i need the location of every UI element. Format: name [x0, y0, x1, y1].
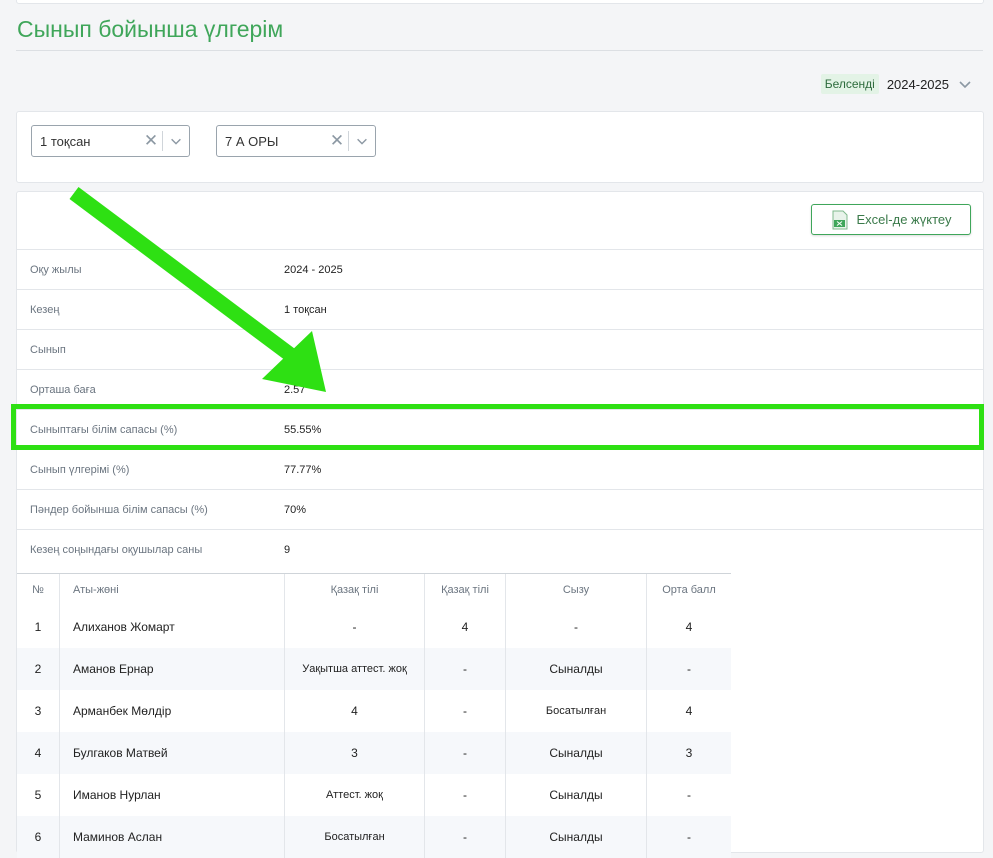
student-name: Алиханов Жомарт: [59, 606, 285, 648]
table-row: 4 Булгаков Матвей 3 - Сыналды 3: [17, 732, 731, 774]
info-label: Кезең: [30, 303, 60, 316]
info-row: Сынып үлгерімі (%) 77.77%: [17, 449, 983, 489]
excel-download-button[interactable]: Excel-де жүктеу: [811, 204, 971, 235]
info-row: Оқу жылы 2024 - 2025: [17, 249, 983, 289]
active-badge: Белсенді: [820, 74, 879, 94]
student-name: Арманбек Мөлдір: [59, 690, 285, 732]
table-cell: -: [424, 774, 506, 816]
table-header-row: № Аты-жөні Қазақ тілі Қазақ тілі Сызу Ор…: [17, 574, 731, 606]
table-cell: 4: [284, 690, 425, 732]
table-cell: 3: [17, 690, 60, 732]
close-icon[interactable]: ✕: [140, 131, 162, 151]
table-cell: -: [424, 732, 506, 774]
info-label: Пәндер бойынша білім сапасы (%): [30, 503, 208, 516]
column-header: Қазақ тілі: [424, 574, 506, 606]
period-select-value: 1 тоқсан: [40, 133, 91, 149]
table-cell: 5: [17, 774, 60, 816]
close-icon[interactable]: ✕: [326, 131, 348, 151]
info-row: Сынып: [17, 329, 983, 369]
table-row: 3 Арманбек Мөлдір 4 - Босатылған 4: [17, 690, 731, 732]
info-row: Пәндер бойынша білім сапасы (%) 70%: [17, 489, 983, 529]
column-header: Аты-жөні: [59, 574, 285, 606]
table-cell: Сыналды: [505, 648, 647, 690]
table-cell: -: [687, 788, 691, 802]
info-row: Кезең соңындағы оқушылар саны 9: [17, 529, 983, 569]
info-label: Орташа баға: [30, 383, 96, 396]
info-label: Кезең соңындағы оқушылар саны: [30, 543, 203, 556]
table-cell: 2: [17, 648, 60, 690]
table-cell: -: [424, 648, 506, 690]
table-cell: 4: [685, 620, 693, 634]
info-label: Сынып: [30, 343, 66, 356]
table-cell: 4: [685, 704, 693, 718]
chevron-down-icon[interactable]: [163, 134, 189, 148]
info-value: 2.57: [284, 383, 306, 396]
student-name: Иманов Нурлан: [59, 774, 285, 816]
excel-download-label: Excel-де жүктеу: [856, 212, 952, 227]
table-cell: -: [505, 606, 647, 648]
table-cell: 4: [17, 732, 60, 774]
column-header: Қазақ тілі: [284, 574, 425, 606]
info-value: 1 тоқсан: [284, 303, 327, 316]
table-row: 2 Аманов Ернар Уақытша аттест. жоқ - Сын…: [17, 648, 731, 690]
info-row: Орташа баға 2.57: [17, 369, 983, 409]
table-cell: Уақытша аттест. жоқ: [284, 648, 425, 690]
column-header: №: [17, 574, 60, 606]
class-select-value: 7 А ОРЫ: [225, 133, 279, 149]
chevron-down-icon[interactable]: [957, 76, 973, 92]
table-cell: Сыналды: [505, 774, 647, 816]
info-value: 2024 - 2025: [284, 263, 343, 276]
table-cell: Босатылған: [284, 816, 425, 858]
top-toolbar-edge: [16, 0, 984, 4]
table-cell: Аттест. жоқ: [284, 774, 425, 816]
info-value: 9: [284, 543, 291, 556]
table-cell: 3: [284, 732, 425, 774]
table-row: 6 Маминов Аслан Босатылған - Сыналды -: [17, 816, 731, 858]
table-cell: -: [646, 816, 731, 858]
chevron-down-icon[interactable]: [349, 134, 375, 148]
table-cell: 6: [17, 816, 60, 858]
year-selector[interactable]: Белсенді 2024-2025: [820, 73, 973, 95]
table-cell: -: [284, 606, 425, 648]
table-row: 1 Алиханов Жомарт - 4 - 4: [17, 606, 731, 648]
report-panel: Excel-де жүктеу Оқу жылы 2024 - 2025 Кез…: [16, 191, 984, 858]
class-select[interactable]: 7 А ОРЫ ✕: [216, 125, 376, 157]
info-row: Кезең 1 тоқсан: [17, 289, 983, 329]
table-cell: Сыналды: [505, 732, 647, 774]
student-name: Маминов Аслан: [59, 816, 285, 858]
year-value: 2024-2025: [886, 76, 949, 92]
column-header: Сызу: [505, 574, 647, 606]
info-value: 70%: [284, 503, 307, 516]
table-cell: 1: [17, 606, 60, 648]
table-cell: Сыналды: [505, 816, 647, 858]
student-name: Аманов Ернар: [59, 648, 285, 690]
info-label: Оқу жылы: [30, 263, 82, 276]
info-label: Сынып үлгерімі (%): [30, 463, 130, 476]
highlight-box: [11, 404, 984, 450]
table-cell: 4: [424, 606, 506, 648]
filters-panel: 1 тоқсан ✕ 7 А ОРЫ ✕: [16, 111, 984, 183]
table-cell: -: [424, 690, 506, 732]
excel-file-icon: [832, 210, 848, 229]
table-row: 5 Иманов Нурлан Аттест. жоқ - Сыналды -: [17, 774, 731, 816]
divider: [16, 50, 983, 51]
table-cell: -: [646, 648, 731, 690]
table-cell: 3: [646, 732, 731, 774]
table-cell: Босатылған: [505, 690, 647, 732]
page-title: Сынып бойынша үлгерім: [17, 16, 284, 42]
period-select[interactable]: 1 тоқсан ✕: [31, 125, 190, 157]
grades-table: № Аты-жөні Қазақ тілі Қазақ тілі Сызу Ор…: [17, 573, 731, 858]
column-header: Орта балл: [646, 574, 731, 606]
info-value: 77.77%: [284, 463, 322, 476]
student-name: Булгаков Матвей: [59, 732, 285, 774]
table-cell: -: [424, 816, 506, 858]
